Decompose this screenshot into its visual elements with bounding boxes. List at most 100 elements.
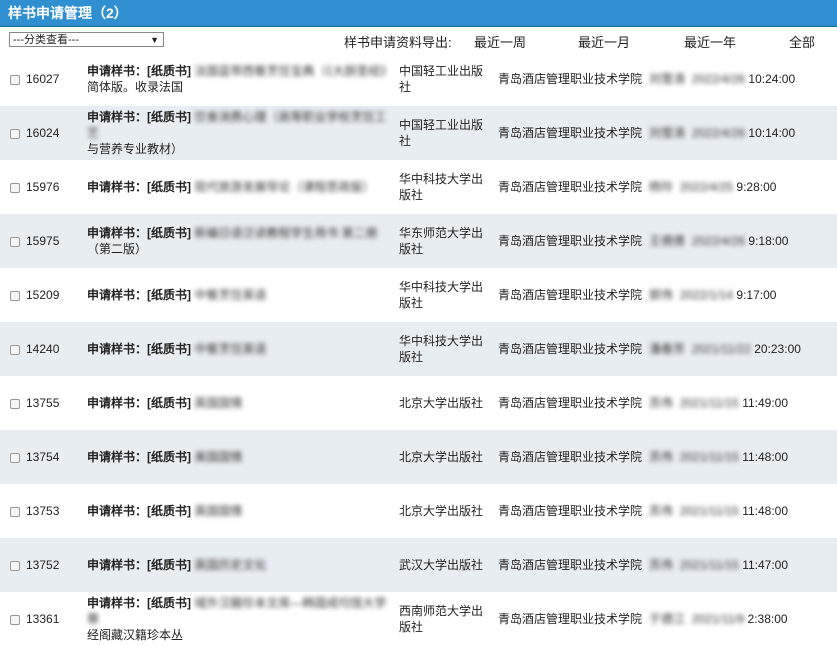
apply-time: 20:23:00 — [754, 342, 801, 356]
category-filter-select[interactable]: ---分类查看--- ▼ — [9, 32, 164, 47]
school: 青岛酒店管理职业技术学院 — [498, 504, 643, 518]
application-type-label: 申请样书：[纸质书] — [87, 180, 191, 194]
page-title: 样书申请管理（2） — [0, 0, 837, 27]
application-id: 13752 — [26, 558, 60, 572]
table-row[interactable]: 14240 申请样书：[纸质书] 中餐烹饪英语 华中科技大学出版社 青岛酒店管理职业技… — [0, 322, 837, 376]
book-title: 英国国情 — [194, 396, 243, 410]
row-checkbox[interactable] — [10, 614, 20, 625]
applicant-name: 于德江 — [649, 612, 686, 626]
publisher: 华中科技大学出版社 — [399, 172, 484, 202]
row-checkbox[interactable] — [10, 74, 20, 85]
book-title-cell[interactable]: 申请样书：[纸质书] 饮食消费心理（高等职业学校烹饪工艺 与营养专业教材） — [77, 106, 399, 160]
row-checkbox[interactable] — [10, 398, 20, 409]
book-title-cell[interactable]: 申请样书：[纸质书] 现代旅游发展导论（课程思政版） — [77, 160, 399, 214]
table-row[interactable]: 13753 申请样书：[纸质书] 英国国情 北京大学出版社 青岛酒店管理职业技术学院苏… — [0, 484, 837, 538]
apply-date: 2021/11/15 — [679, 450, 739, 464]
application-type-label: 申请样书：[纸质书] — [87, 342, 191, 356]
application-table: 16027 申请样书：[纸质书] 法国蓝带西餐烹饪宝典（《大厨圣经》 简体版。收录法… — [0, 52, 837, 646]
book-title-cell[interactable]: 申请样书：[纸质书] 中餐烹饪英语 — [77, 322, 399, 376]
book-title: 英国历史文化 — [194, 558, 267, 572]
apply-time: 9:18:00 — [748, 234, 789, 248]
applicant-name: 王倩倩 — [649, 234, 686, 248]
apply-date: 2022/1/14 — [679, 288, 734, 302]
book-title: 现代旅游发展导论（课程思政版） — [194, 180, 375, 194]
school: 青岛酒店管理职业技术学院 — [498, 72, 643, 86]
row-checkbox[interactable] — [10, 128, 20, 139]
book-title: 法国蓝带西餐烹饪宝典（《大厨圣经》 — [194, 64, 393, 78]
export-all-link[interactable]: 全部 — [789, 32, 815, 51]
publisher: 北京大学出版社 — [399, 396, 484, 410]
export-last-year-link[interactable]: 最近一年 — [684, 32, 736, 51]
school: 青岛酒店管理职业技术学院 — [498, 288, 643, 302]
applicant-datetime: 苏伟 2021/11/15 11:48:00 — [649, 484, 837, 538]
apply-time: 11:47:00 — [742, 558, 789, 572]
applicant-name: 郭伟 — [649, 288, 674, 302]
table-row[interactable]: 15975 申请样书：[纸质书] 新编日语泛读教程学生用书 第二册 （第二版） 华东师… — [0, 214, 837, 268]
application-type-label: 申请样书：[纸质书] — [87, 450, 191, 464]
row-checkbox[interactable] — [10, 506, 20, 517]
row-checkbox[interactable] — [10, 236, 20, 247]
book-title: 美国国情 — [194, 450, 243, 464]
applicant-name: 苏伟 — [649, 396, 674, 410]
chevron-down-icon: ▼ — [150, 35, 159, 45]
application-id: 13753 — [26, 504, 60, 518]
application-id: 14240 — [26, 342, 60, 356]
applicant-name: 刘雪涛 — [649, 126, 686, 140]
application-type-label: 申请样书：[纸质书] — [87, 558, 191, 572]
apply-date: 2021/11/9 — [691, 612, 745, 626]
applicant-datetime: 郭伟 2022/1/14 9:17:00 — [649, 268, 837, 322]
table-row[interactable]: 16024 申请样书：[纸质书] 饮食消费心理（高等职业学校烹饪工艺 与营养专业教材… — [0, 106, 837, 160]
toolbar: ---分类查看--- ▼ 样书申请资料导出: 最近一周 最近一月 最近一年 全部 — [0, 27, 837, 52]
row-checkbox[interactable] — [10, 290, 20, 301]
row-checkbox[interactable] — [10, 560, 20, 571]
book-title-continuation: （第二版） — [87, 242, 148, 256]
apply-date: 2021/11/15 — [679, 504, 739, 518]
table-row[interactable]: 15976 申请样书：[纸质书] 现代旅游发展导论（课程思政版） 华中科技大学出版社… — [0, 160, 837, 214]
table-row[interactable]: 13754 申请样书：[纸质书] 美国国情 北京大学出版社 青岛酒店管理职业技术学院苏… — [0, 430, 837, 484]
school: 青岛酒店管理职业技术学院 — [498, 126, 643, 140]
table-row[interactable]: 13361 申请样书：[纸质书] 域外汉籍珍本文库—韩国成均馆大学尊 经阁藏汉籍珍本… — [0, 592, 837, 646]
application-id: 13754 — [26, 450, 60, 464]
book-title-cell[interactable]: 申请样书：[纸质书] 新编日语泛读教程学生用书 第二册 （第二版） — [77, 214, 399, 268]
row-checkbox[interactable] — [10, 182, 20, 193]
book-title-continuation: 简体版。收录法国 — [87, 80, 184, 94]
applicant-name: 苏伟 — [649, 450, 674, 464]
export-last-month-link[interactable]: 最近一月 — [578, 32, 630, 51]
school: 青岛酒店管理职业技术学院 — [498, 234, 643, 248]
publisher: 中国轻工业出版社 — [399, 64, 484, 94]
table-row[interactable]: 16027 申请样书：[纸质书] 法国蓝带西餐烹饪宝典（《大厨圣经》 简体版。收录法… — [0, 52, 837, 106]
category-filter-value: ---分类查看--- — [13, 34, 79, 46]
apply-time: 10:24:00 — [748, 72, 796, 86]
book-title-cell[interactable]: 申请样书：[纸质书] 美国国情 — [77, 430, 399, 484]
book-title: 英国国情 — [194, 504, 243, 518]
applicant-datetime: 苏伟 2021/11/15 11:49:00 — [649, 376, 837, 430]
applicant-name: 杨玲 — [649, 180, 674, 194]
apply-time: 11:49:00 — [742, 396, 789, 410]
book-title-cell[interactable]: 申请样书：[纸质书] 域外汉籍珍本文库—韩国成均馆大学尊 经阁藏汉籍珍本丛 — [77, 592, 399, 646]
apply-date: 2022/4/26 — [691, 234, 746, 248]
apply-date: 2021/11/15 — [679, 558, 739, 572]
book-title-cell[interactable]: 申请样书：[纸质书] 英国国情 — [77, 376, 399, 430]
table-row[interactable]: 13752 申请样书：[纸质书] 英国历史文化 武汉大学出版社 青岛酒店管理职业技术学… — [0, 538, 837, 592]
apply-time: 11:48:00 — [742, 450, 789, 464]
application-type-label: 申请样书：[纸质书] — [87, 288, 191, 302]
row-checkbox[interactable] — [10, 452, 20, 463]
book-title-cell[interactable]: 申请样书：[纸质书] 中餐烹饪英语 — [77, 268, 399, 322]
publisher: 华中科技大学出版社 — [399, 334, 484, 364]
row-checkbox[interactable] — [10, 344, 20, 355]
applicant-name: 苏伟 — [649, 504, 674, 518]
book-title-cell[interactable]: 申请样书：[纸质书] 法国蓝带西餐烹饪宝典（《大厨圣经》 简体版。收录法国 — [77, 52, 399, 106]
book-title-continuation: 与营养专业教材） — [87, 142, 184, 156]
applicant-datetime: 刘雪涛 2022/4/26 10:14:00 — [649, 106, 837, 160]
export-last-week-link[interactable]: 最近一周 — [474, 32, 526, 51]
book-title-cell[interactable]: 申请样书：[纸质书] 英国历史文化 — [77, 538, 399, 592]
applicant-datetime: 刘雪涛 2022/4/26 10:24:00 — [649, 52, 837, 106]
apply-time: 10:14:00 — [748, 126, 796, 140]
table-row[interactable]: 13755 申请样书：[纸质书] 英国国情 北京大学出版社 青岛酒店管理职业技术学院苏… — [0, 376, 837, 430]
school: 青岛酒店管理职业技术学院 — [498, 396, 643, 410]
application-type-label: 申请样书：[纸质书] — [87, 396, 191, 410]
table-row[interactable]: 15209 申请样书：[纸质书] 中餐烹饪英语 华中科技大学出版社 青岛酒店管理职业技… — [0, 268, 837, 322]
book-title-cell[interactable]: 申请样书：[纸质书] 英国国情 — [77, 484, 399, 538]
application-type-label: 申请样书：[纸质书] — [87, 64, 191, 78]
school: 青岛酒店管理职业技术学院 — [498, 180, 643, 194]
